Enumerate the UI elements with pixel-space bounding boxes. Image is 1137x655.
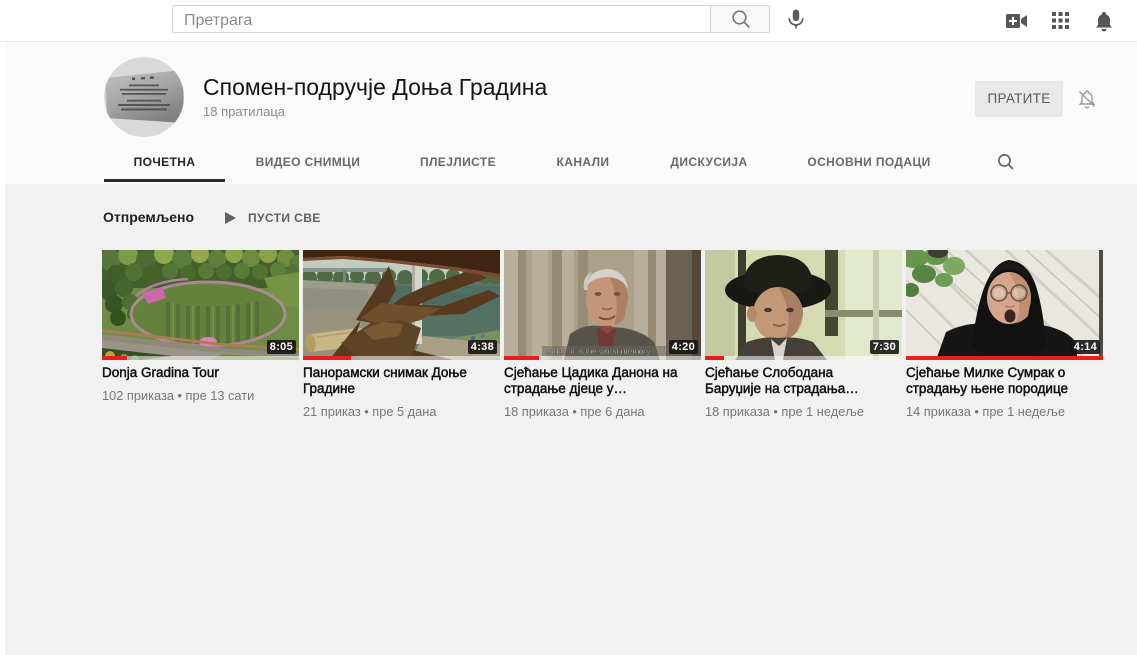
svg-text:Today, it is the worst memory: Today, it is the worst memory	[545, 347, 651, 356]
